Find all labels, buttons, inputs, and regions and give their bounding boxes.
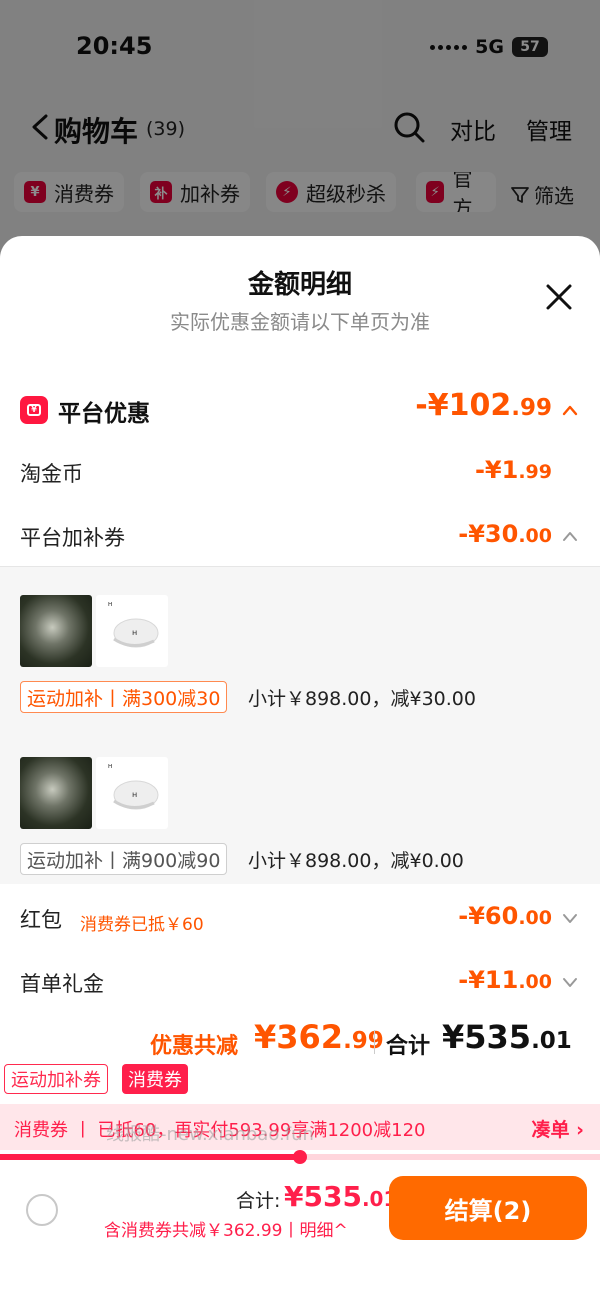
- totals-summary: 优惠共减 ¥362.99 合计 ¥535.01: [0, 1016, 600, 1066]
- subsidy-detail-panel: ᴴ ʜ 运动加补丨满300减30 小计￥898.00，减¥30.00 ᴴ ʜ 运…: [0, 566, 600, 884]
- gold-coin-row: 淘金币 -¥1.99: [0, 448, 600, 498]
- cap-image: ᴴ ʜ: [108, 764, 159, 810]
- total-discount-amount: ¥362.99: [254, 1018, 384, 1056]
- coupon-progress-bar: [0, 1150, 600, 1164]
- discount-detail-link[interactable]: 含消费券共减￥362.99丨明细^: [104, 1216, 348, 1241]
- gold-coin-amount: -¥1.99: [474, 456, 552, 484]
- modal-backdrop[interactable]: [0, 0, 600, 260]
- product-thumbnail-cap[interactable]: ᴴ ʜ: [96, 595, 168, 667]
- svg-text:ʜ: ʜ: [132, 790, 137, 799]
- chevron-down-icon: [563, 978, 577, 987]
- svg-text:ᴴ: ᴴ: [108, 764, 112, 774]
- cart-page-background: 20:45 5G 57 购物车 (39) 对比 管理 ¥ 消费券 补 加补券 ⚡…: [0, 0, 600, 260]
- sheet-subtitle: 实际优惠金额请以下单页为准: [170, 310, 430, 334]
- gold-coin-label: 淘金币: [20, 462, 83, 486]
- red-packet-note: 消费券已抵￥60: [80, 915, 204, 935]
- subsidy-subtotal: 小计￥898.00，减¥30.00: [248, 688, 476, 710]
- sum-label: 合计:: [236, 1190, 281, 1212]
- platform-discount-row[interactable]: ¥ 平台优惠 -¥102.99: [0, 388, 600, 432]
- consumer-coupon-tag[interactable]: 消费券: [122, 1064, 188, 1094]
- subsidy-coupon-tag: 运动加补丨满900减90: [20, 843, 228, 875]
- checkout-button[interactable]: 结算(2): [389, 1176, 587, 1240]
- progress-knob: [293, 1150, 307, 1164]
- cap-image: ᴴ ʜ: [108, 602, 159, 648]
- platform-discount-amount: -¥102.99: [415, 388, 552, 423]
- platform-coupon-icon: ¥: [20, 396, 48, 424]
- platform-subsidy-row[interactable]: 平台加补券 -¥30.00: [0, 512, 600, 562]
- platform-subsidy-label: 平台加补券: [20, 526, 125, 550]
- product-thumbnail-shoe[interactable]: [20, 757, 92, 829]
- platform-subsidy-amount: -¥30.00: [458, 520, 552, 548]
- product-thumbnail-cap[interactable]: ᴴ ʜ: [96, 757, 168, 829]
- subsidy-subtotal: 小计￥898.00，减¥0.00: [248, 850, 464, 872]
- product-thumbnail-shoe[interactable]: [20, 595, 92, 667]
- divider: [374, 1030, 375, 1054]
- platform-discount-label: 平台优惠: [58, 401, 150, 427]
- svg-text:ᴴ: ᴴ: [108, 602, 112, 612]
- coupon-tags-strip: 运动加补券 消费券: [0, 1060, 600, 1098]
- first-order-gift-row[interactable]: 首单礼金 -¥11.00: [0, 958, 600, 1008]
- select-all-checkbox[interactable]: [26, 1194, 58, 1226]
- sport-subsidy-tag[interactable]: 运动加补券: [4, 1064, 108, 1094]
- chevron-down-icon: [563, 914, 577, 923]
- subsidy-coupon-tag: 运动加补丨满300减30: [20, 681, 228, 713]
- first-order-gift-label: 首单礼金: [20, 972, 104, 996]
- red-packet-amount: -¥60.00: [458, 902, 552, 930]
- red-packet-row[interactable]: 红包 消费券已抵￥60 -¥60.00: [0, 894, 600, 944]
- total-discount-label: 优惠共减: [150, 1034, 239, 1059]
- red-packet-label: 红包: [20, 908, 62, 932]
- checkout-bar: 合计: ¥535.01 含消费券共减￥362.99丨明细^ 结算(2): [0, 1166, 600, 1304]
- subsidy-group: ᴴ ʜ 运动加补丨满300减30 小计￥898.00，减¥30.00: [0, 595, 600, 735]
- chevron-up-icon: [562, 405, 578, 416]
- watermark: 线报酷-new.xianbao.fun: [106, 1124, 314, 1145]
- add-items-link[interactable]: 凑单 ›: [532, 1115, 584, 1142]
- svg-text:ʜ: ʜ: [132, 628, 137, 637]
- subsidy-group: ᴴ ʜ 运动加补丨满900减90 小计￥898.00，减¥0.00: [0, 757, 600, 897]
- sum-amount: ¥535.01: [284, 1180, 398, 1213]
- total-amount: ¥535.01: [442, 1018, 572, 1056]
- sheet-title: 金额明细: [247, 270, 352, 300]
- first-order-gift-amount: -¥11.00: [458, 966, 552, 994]
- chevron-up-icon: [563, 532, 577, 541]
- close-icon[interactable]: [544, 282, 574, 312]
- total-label: 合计: [386, 1034, 431, 1059]
- progress-fill: [0, 1154, 300, 1160]
